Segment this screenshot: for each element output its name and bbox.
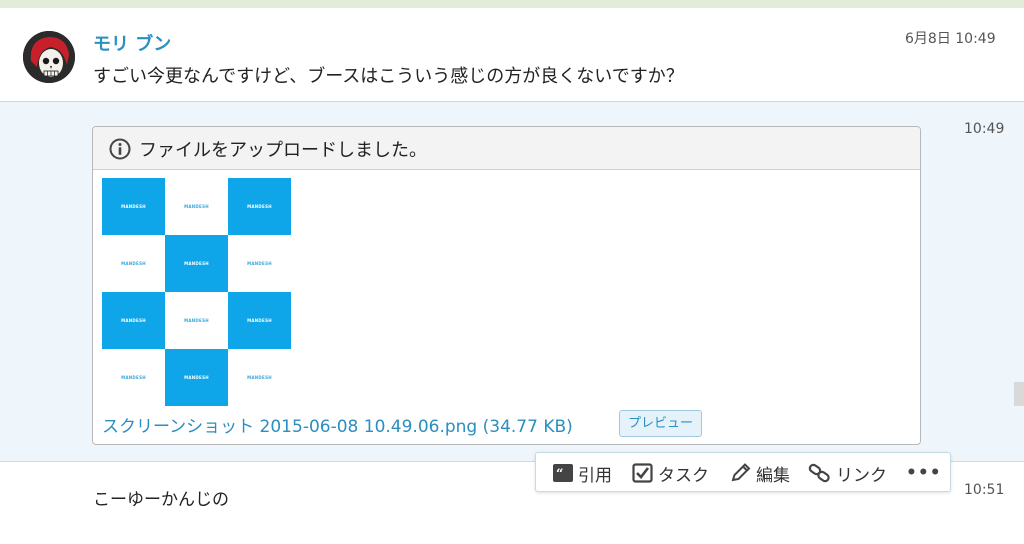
file-thumbnail[interactable]: MANDESH MANDESH MANDESH MANDESH MANDESH … [102, 178, 291, 406]
edit-button[interactable]: 編集 [730, 461, 790, 486]
thumbnail-logo: MANDESH [247, 204, 272, 209]
message-timestamp[interactable]: 10:49 [964, 121, 1004, 137]
thumbnail-logo: MANDESH [184, 318, 209, 323]
message-timestamp[interactable]: 10:51 [964, 482, 1004, 498]
avatar[interactable] [23, 31, 75, 83]
link-button[interactable]: リンク [808, 461, 887, 486]
sender-name[interactable]: モリ ブン [93, 30, 171, 56]
file-card-header: ファイルをアップロードしました。 [93, 127, 920, 170]
link-label: リンク [836, 465, 887, 486]
task-checkbox-icon [632, 463, 653, 483]
file-card-header-text: ファイルをアップロードしました。 [139, 140, 427, 161]
svg-text:“: “ [556, 467, 563, 482]
thumbnail-logo: MANDESH [184, 204, 209, 209]
thumbnail-logo: MANDESH [121, 204, 146, 209]
thumbnail-logo: MANDESH [247, 261, 272, 266]
edit-label: 編集 [756, 465, 790, 486]
thumbnail-logo: MANDESH [121, 261, 146, 266]
message-timestamp[interactable]: 6月8日 10:49 [905, 28, 996, 48]
task-button[interactable]: タスク [632, 461, 709, 486]
pencil-icon [731, 463, 751, 482]
info-icon [109, 138, 131, 160]
thumbnail-logo: MANDESH [247, 375, 272, 380]
skull-avatar-icon [23, 31, 75, 83]
quote-label: 引用 [578, 465, 612, 486]
message-item: モリ ブン すごい今更なんですけど、ブースはこういう感じの方が良くないですか？ … [0, 8, 1024, 102]
thumbnail-logo: MANDESH [121, 375, 146, 380]
message-action-bar: “ 引用 タスク 編集 リンク ••• [535, 452, 951, 492]
thumbnail-logo: MANDESH [121, 318, 146, 323]
message-item-file: 10:49 ファイルをアップロードしました。 MANDESH MANDESH M… [0, 102, 1024, 462]
file-attachment-card: ファイルをアップロードしました。 MANDESH MANDESH MANDESH… [92, 126, 921, 445]
scrollbar-handle[interactable] [1014, 382, 1024, 406]
thumbnail-logo: MANDESH [184, 261, 209, 266]
quote-icon: “ [553, 464, 573, 482]
preview-button[interactable]: プレビュー [619, 410, 703, 437]
thumbnail-logo: MANDESH [247, 318, 272, 323]
top-border-strip [0, 0, 1024, 8]
message-text: すごい今更なんですけど、ブースはこういう感じの方が良くないですか？ [93, 66, 684, 87]
task-label: タスク [658, 465, 709, 486]
message-text: こーゆーかんじの [93, 490, 229, 510]
more-options-button[interactable]: ••• [906, 461, 942, 485]
file-download-link[interactable]: スクリーンショット 2015-06-08 10.49.06.png (34.77… [102, 412, 573, 437]
thumbnail-logo: MANDESH [184, 375, 209, 380]
quote-button[interactable]: “ 引用 [552, 461, 612, 486]
link-chain-icon [808, 463, 830, 483]
